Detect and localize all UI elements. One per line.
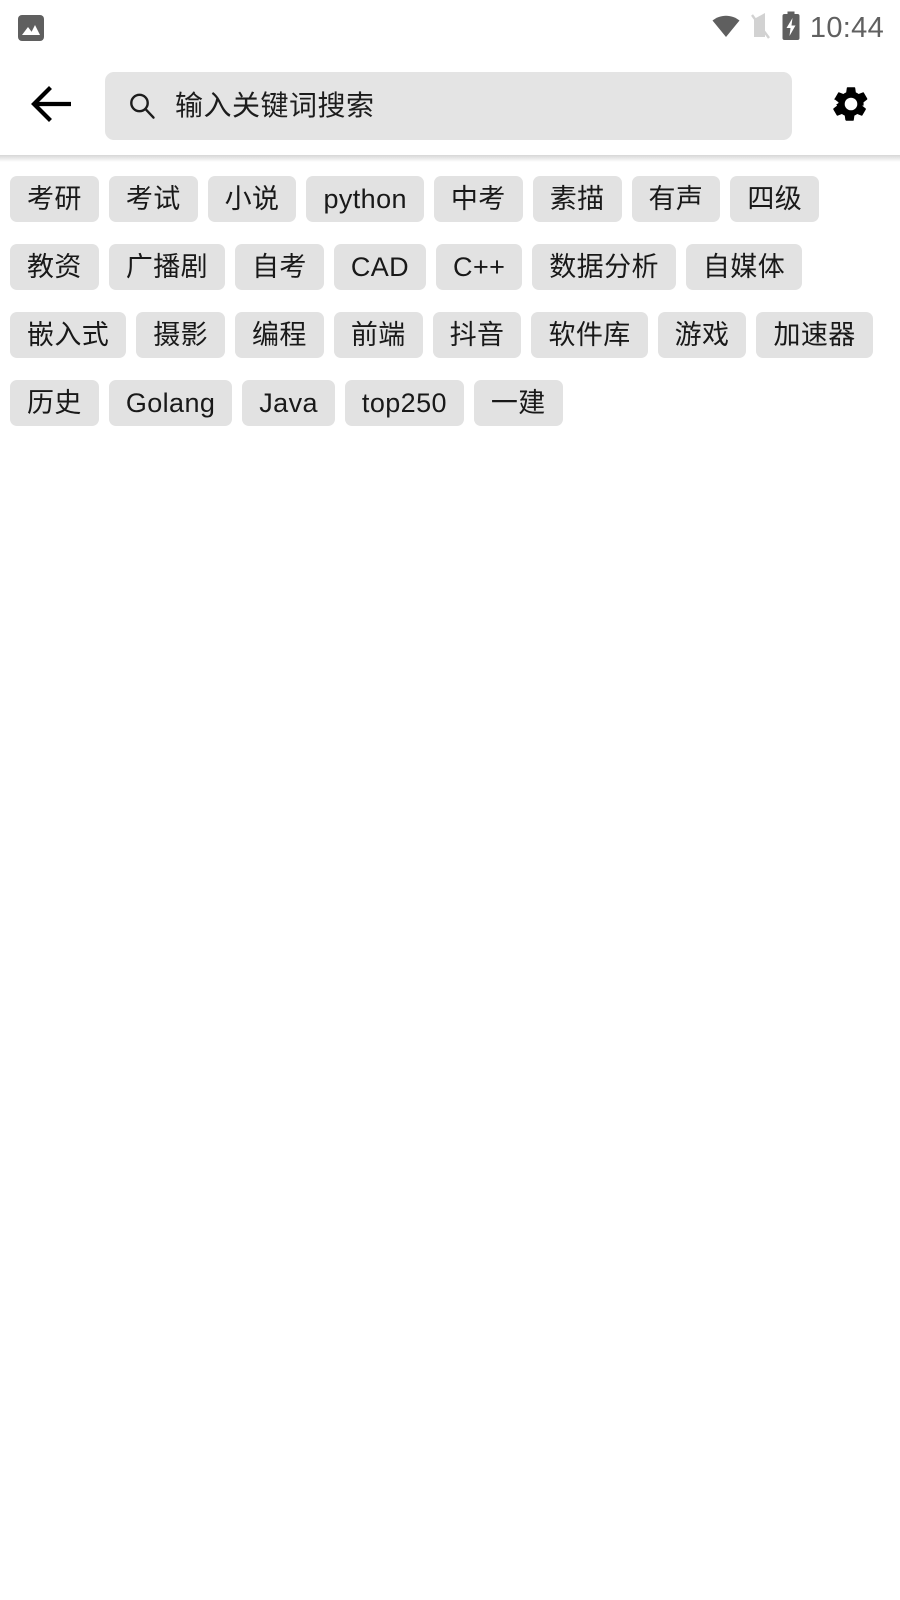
tag-chip[interactable]: 素描 [532,176,622,222]
tag-chip[interactable]: 考试 [108,176,198,222]
tag-chip-label: 四级 [747,183,803,214]
tag-chip-label: 自考 [252,251,307,282]
tag-chip-label: 软件库 [548,319,631,350]
tag-chip[interactable]: 编程 [235,312,324,358]
hot-keyword-list: 考研 考试 小说 python 中考 素描 有声 四级教资 广播剧 自考 CAD C++ 数据分析 自媒体… [10,176,890,448]
gear-icon [830,83,872,128]
tag-chip[interactable]: 摄影 [136,312,226,358]
tag-chip-label: top250 [361,387,447,418]
tag-chip-label: 一建 [490,387,546,418]
battery-charging-icon [781,11,801,46]
wifi-icon [711,14,741,43]
tag-chip[interactable]: 一建 [473,380,563,426]
signal-off-icon [750,12,772,45]
search-input[interactable]: 输入关键词搜索 [105,71,792,140]
tag-chip-label: 数据分析 [549,251,659,282]
tag-chip-label: 考试 [125,183,181,214]
tag-chip[interactable]: 历史 [10,380,99,426]
tag-chip[interactable]: 四级 [730,176,820,222]
tag-chip-label: 考研 [27,183,82,214]
tag-chip[interactable]: 自媒体 [685,244,803,290]
status-bar-clock: 10:44 [809,11,884,44]
tag-chip[interactable]: 游戏 [657,312,747,358]
status-bar-notifications [18,15,44,41]
search-placeholder: 输入关键词搜索 [175,89,375,121]
tag-chip-label: 素描 [549,183,605,214]
tag-chip[interactable]: 加速器 [756,312,873,358]
back-button[interactable] [20,75,82,137]
search-icon [127,91,157,121]
tag-chip[interactable]: top250 [344,380,464,426]
tag-chip-label: 前端 [350,319,406,350]
tag-chip-label: 游戏 [674,319,730,350]
tag-chip[interactable]: 前端 [333,312,423,358]
tag-chip-label: C++ [453,251,506,282]
tag-chip[interactable]: 嵌入式 [10,312,127,358]
tag-chip-label: 加速器 [773,319,856,350]
tag-chip[interactable]: 有声 [631,176,721,222]
tag-chip[interactable]: 数据分析 [532,244,676,290]
tag-chip-label: 摄影 [153,319,209,350]
tag-chip-label: python [323,183,407,214]
tag-chip[interactable]: 考研 [10,176,99,222]
tag-chip-label: 教资 [27,251,82,282]
tag-chip[interactable]: Java [242,380,335,426]
tag-chip-label: 历史 [27,387,82,418]
tag-chip-label: 嵌入式 [27,319,110,350]
tag-chip[interactable]: Golang [108,380,233,426]
settings-button[interactable] [822,77,880,135]
hot-keyword-section: 考研 考试 小说 python 中考 素描 有声 四级教资 广播剧 自考 CAD C++ 数据分析 自媒体… [0,155,900,448]
tag-chip-label: 有声 [648,183,704,214]
status-bar-system-icons: 10:44 [711,11,884,46]
arrow-left-icon [29,85,73,126]
tag-chip[interactable]: 广播剧 [108,244,226,290]
tag-chip-label: 中考 [450,183,506,214]
image-icon [18,15,44,41]
tag-chip-label: 抖音 [449,319,505,350]
tag-chip-label: 自媒体 [702,251,786,282]
status-bar: 10:44 [0,0,900,56]
tag-chip[interactable]: 中考 [433,176,523,222]
tag-chip-label: 广播剧 [125,251,209,282]
tag-chip[interactable]: CAD [333,244,427,290]
tag-chip-label: Java [259,387,318,418]
tag-chip-label: CAD [350,251,410,282]
tag-chip[interactable]: 小说 [207,176,297,222]
tag-chip[interactable]: python [306,176,424,222]
tag-chip[interactable]: 抖音 [432,312,522,358]
search-header: 输入关键词搜索 [0,56,900,162]
tag-chip-label: Golang [125,387,216,418]
tag-chip-label: 编程 [252,319,307,350]
tag-chip[interactable]: C++ [436,244,523,290]
tag-chip[interactable]: 软件库 [531,312,648,358]
tag-chip[interactable]: 自考 [235,244,324,290]
tag-chip-label: 小说 [224,183,280,214]
tag-chip[interactable]: 教资 [10,244,99,290]
